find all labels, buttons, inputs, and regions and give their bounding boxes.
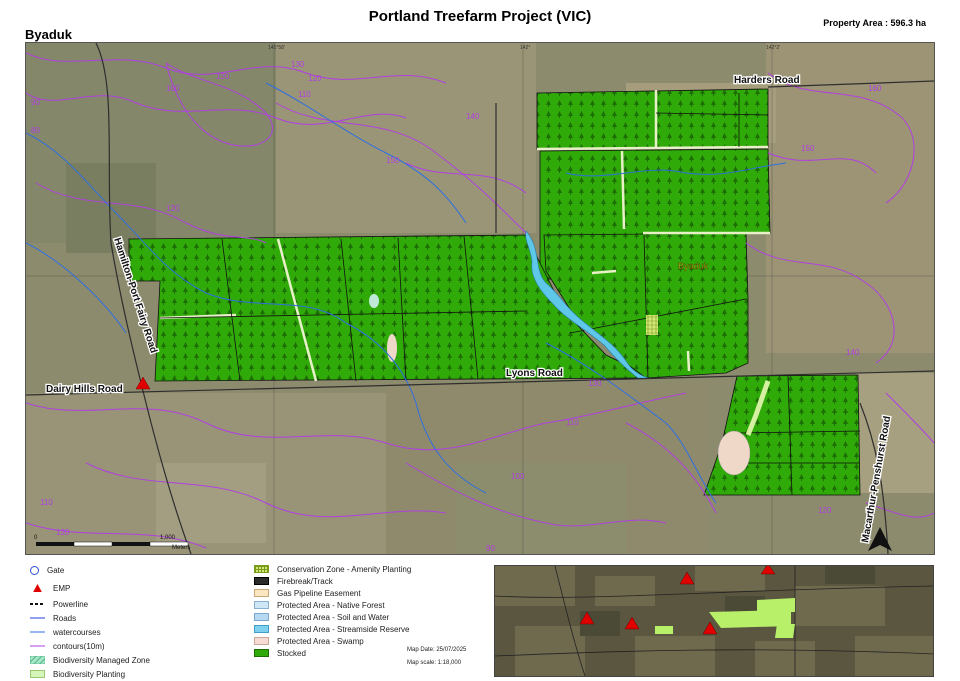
grid-label: 141°58' [268,45,285,51]
firebreak-swatch [254,577,269,585]
biodiversity-planting-swatch [30,670,45,678]
contour-label: 100 [511,472,525,481]
amenity-swatch [254,565,269,573]
road-label-harders: Harders Road [734,75,800,86]
scale-unit: Meters [172,545,190,551]
roads-line-icon [30,617,45,619]
grid-label: 142° [520,45,530,51]
property-area-label: Property Area : 596.3 ha [823,18,926,28]
grid-label: 142°2' [766,45,780,51]
road-label-lyons: Lyons Road [506,368,563,379]
contour-label: 150 [386,156,400,165]
legend-powerline: Powerline [30,597,88,611]
watercourse-line-icon [30,631,45,633]
contour-label: 130 [291,60,305,69]
legend-biodiversity-managed: Biodiversity Managed Zone [30,653,150,667]
map-scale: Map scale: 1:18,000 [407,660,462,666]
region-name: Byaduk [25,27,72,42]
contour-label: 140 [466,112,480,121]
legend-biodiversity-planting: Biodiversity Planting [30,667,125,681]
powerline-icon [30,603,45,605]
road-label-dairy-hills: Dairy Hills Road [46,384,123,395]
contour-label: 90 [486,544,495,553]
legend-stocked: Stocked [254,646,306,660]
streamside-swatch [254,625,269,633]
contour-label: 110 [298,90,311,99]
contour-label: 120 [56,528,70,537]
map-canvas: 120 130 120 110 100 140 150 120 90 80 15… [26,43,934,554]
gate-icon [30,565,39,575]
stocked-swatch [254,649,269,657]
emp-triangle-icon [33,584,42,592]
contour-label: 140 [846,348,860,357]
soil-water-swatch [254,613,269,621]
biodiversity-managed-swatch [30,656,45,664]
native-forest-swatch [254,601,269,609]
gas-pipeline-swatch [254,589,269,597]
contour-label: 100 [166,84,180,93]
contour-label: 120 [308,74,322,83]
place-label-byaduk: Byaduk [678,261,709,271]
protected-patch [387,334,397,362]
legend-watercourses: watercourses [30,625,101,639]
map-title: Portland Treefarm Project (VIC) [368,8,592,25]
contour-label: 120 [818,506,832,515]
legend-contours: contours(10m) [30,639,105,653]
amenity-planting-patch [646,315,658,335]
legend-gate: Gate [30,563,64,577]
map-date: Map Date: 25/07/2025 [407,647,467,653]
contour-label: 90 [31,98,40,107]
swamp-area [717,430,751,476]
inset-locator-map[interactable] [494,565,934,677]
contour-label: 110 [40,498,53,507]
scale-end: 1,000 [160,535,176,541]
soil-water-patch [369,294,379,308]
contour-label: 80 [31,126,40,135]
contour-label: 110 [566,418,579,427]
legend-emp: EMP [30,581,70,595]
swamp-swatch [254,637,269,645]
contour-label: 150 [801,144,815,153]
contour-line-icon [30,645,45,647]
inset-canvas [495,566,933,676]
contour-label: 120 [216,72,230,81]
contour-label: 160 [868,84,882,93]
main-map[interactable]: 120 130 120 110 100 140 150 120 90 80 15… [25,42,935,555]
contour-label: 120 [166,204,180,213]
legend-roads: Roads [30,611,76,625]
contour-label: 130 [588,379,602,388]
